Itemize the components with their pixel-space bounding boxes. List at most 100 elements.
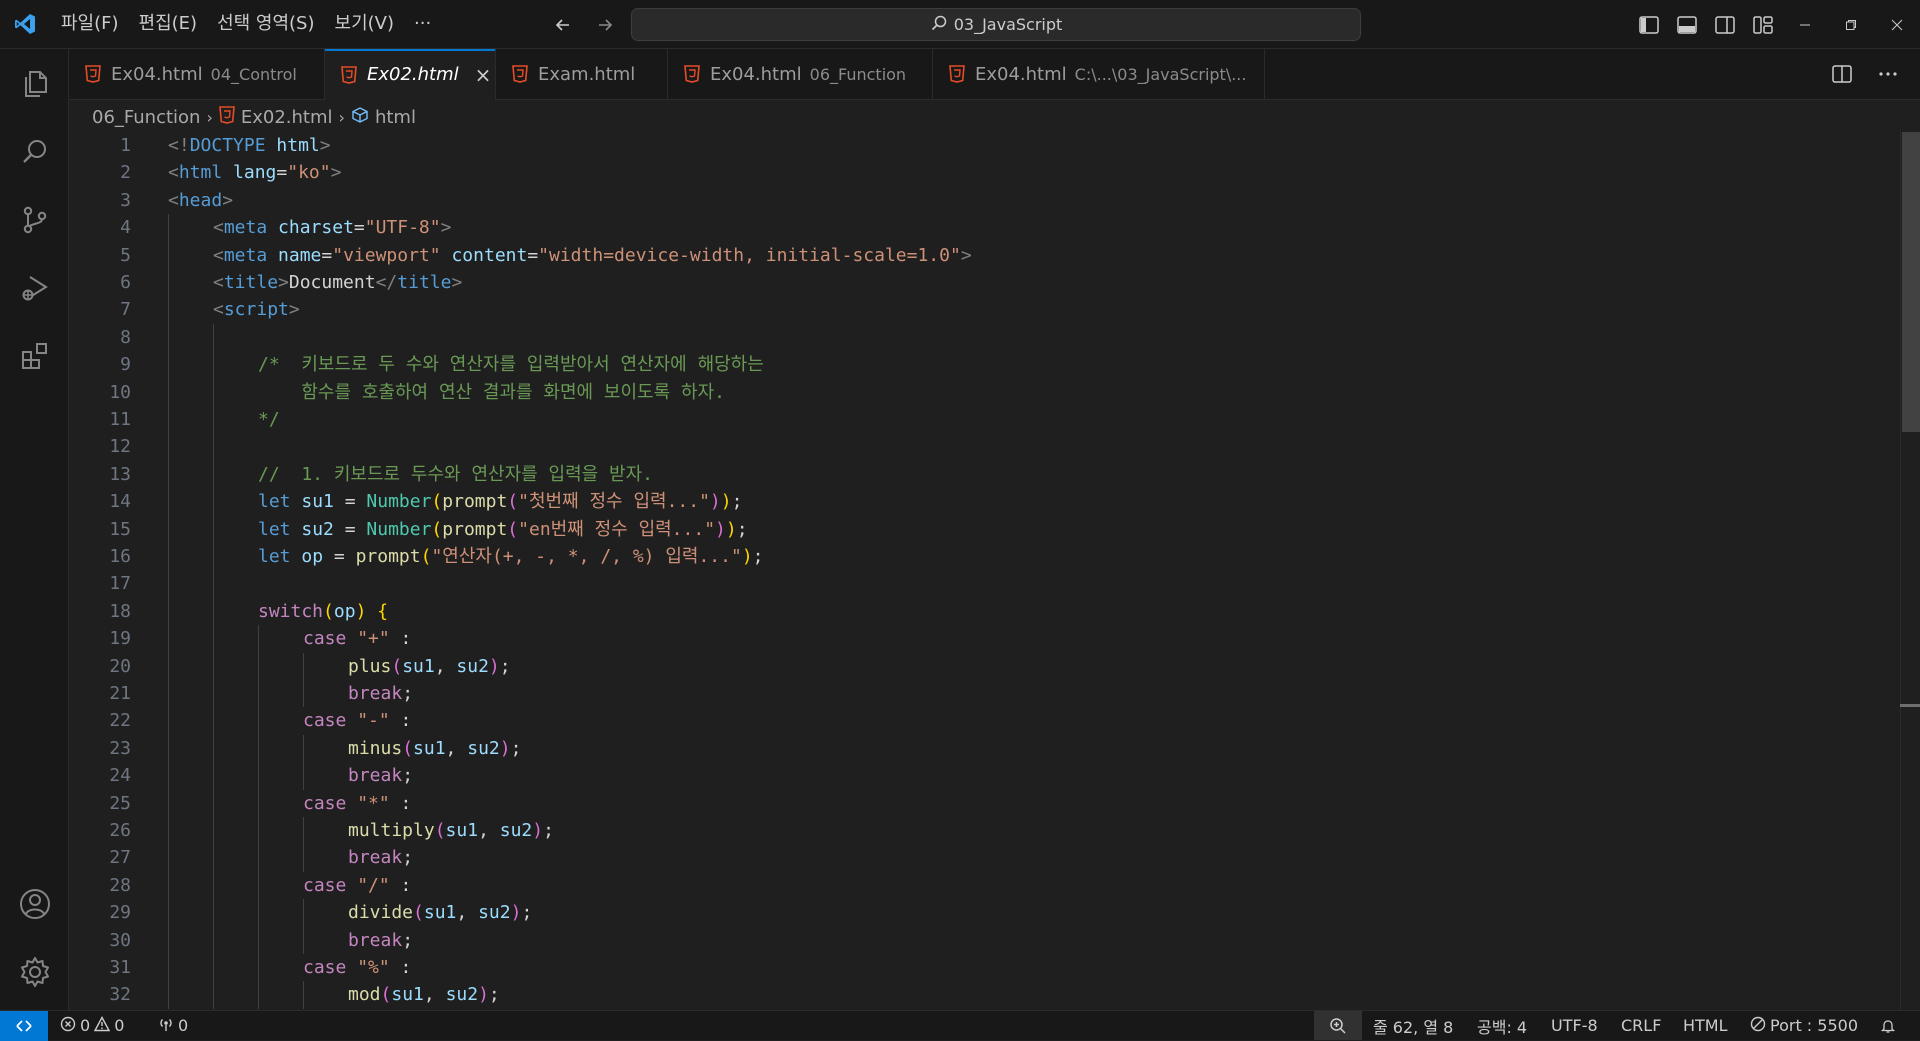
code-editor[interactable]: 1 <!DOCTYPE html> 2 <html lang="ko"> 3 <head>… xyxy=(69,130,1900,1010)
account-icon[interactable] xyxy=(0,873,69,935)
ports-indicator[interactable]: 0 xyxy=(158,1011,188,1040)
code-line[interactable]: 26 multiply(su1, su2); xyxy=(69,817,1900,845)
cursor-position[interactable]: 줄 62, 열 8 xyxy=(1373,1011,1453,1040)
error-count: 0 xyxy=(80,1016,91,1035)
code-line[interactable]: 17 xyxy=(69,570,1900,598)
code-line[interactable]: 27 break; xyxy=(69,844,1900,872)
search-icon[interactable] xyxy=(0,121,69,183)
code-line[interactable]: 3 <head> xyxy=(69,187,1900,214)
code-line[interactable]: 1 <!DOCTYPE html> xyxy=(69,132,1900,159)
language-mode[interactable]: HTML xyxy=(1683,1011,1728,1040)
indentation[interactable]: 공백: 4 xyxy=(1477,1011,1527,1040)
breadcrumb-symbol[interactable]: html xyxy=(375,107,416,128)
code-line[interactable]: 7 <script> xyxy=(69,296,1900,324)
notifications-bell-icon[interactable] xyxy=(1880,1011,1896,1040)
code-token: meta xyxy=(223,244,268,266)
live-server-port[interactable]: Port : 5500 xyxy=(1750,1011,1858,1040)
forward-arrow-icon[interactable] xyxy=(590,10,620,40)
run-debug-icon[interactable] xyxy=(0,257,69,319)
code-line[interactable]: 23 minus(su1, su2); xyxy=(69,734,1900,763)
code-token: ( xyxy=(434,820,446,841)
code-token: minus xyxy=(348,737,403,759)
command-center-search[interactable]: 03_JavaScript xyxy=(631,8,1361,41)
close-icon[interactable] xyxy=(1874,0,1920,49)
toggle-primary-sidebar-icon[interactable] xyxy=(1634,10,1664,40)
code-token: title xyxy=(223,272,279,293)
breadcrumb-file[interactable]: Ex02.html xyxy=(241,107,333,128)
toggle-secondary-sidebar-icon[interactable] xyxy=(1710,10,1740,40)
indent-guide xyxy=(168,323,169,352)
zoom-icon[interactable] xyxy=(1314,1011,1362,1040)
menu-view[interactable]: 보기(V) xyxy=(325,7,404,41)
more-actions-icon[interactable] xyxy=(1874,60,1902,88)
code-line[interactable]: 20 plus(su1, su2); xyxy=(69,652,1900,680)
restore-icon[interactable] xyxy=(1828,0,1874,49)
code-line[interactable]: 29 divide(su1, su2); xyxy=(69,899,1900,927)
back-arrow-icon[interactable] xyxy=(548,10,578,40)
explorer-icon[interactable] xyxy=(0,53,69,115)
code-line[interactable]: 19 case "+" : xyxy=(69,625,1900,653)
indent-guide xyxy=(168,734,169,763)
source-control-icon[interactable] xyxy=(0,189,69,251)
indent-guide xyxy=(213,406,214,434)
problems-indicator[interactable]: 0 0 xyxy=(60,1011,124,1040)
code-token: "*" xyxy=(357,792,390,814)
encoding[interactable]: UTF-8 xyxy=(1551,1011,1598,1040)
breadcrumb-folder[interactable]: 06_Function xyxy=(92,107,200,128)
code-line[interactable]: 32 mod(su1, su2); xyxy=(69,981,1900,1009)
code-line[interactable]: 30 break; xyxy=(69,926,1900,954)
menu-edit[interactable]: 편집(E) xyxy=(129,7,208,41)
code-line[interactable]: 9 /* 키보드로 두 수와 연산자를 입력받아서 연산자에 해당하는 xyxy=(69,351,1900,379)
code-line[interactable]: 24 break; xyxy=(69,762,1900,790)
tab-ex02-active[interactable]: Ex02.html × xyxy=(325,49,496,100)
menu-selection[interactable]: 선택 영역(S) xyxy=(207,7,324,41)
search-icon xyxy=(930,14,948,36)
menu-more[interactable]: ··· xyxy=(404,7,441,41)
tab-ex04-function[interactable]: Ex04.html 06_Function xyxy=(668,49,933,99)
code-line[interactable]: 11 */ xyxy=(69,406,1900,434)
tab-ex04-control[interactable]: Ex04.html 04_Control xyxy=(69,49,325,99)
code-line[interactable]: 12 xyxy=(69,433,1900,461)
code-line[interactable]: 28 case "/" : xyxy=(69,871,1900,900)
extensions-icon[interactable] xyxy=(0,325,69,387)
code-line[interactable]: 6 <title>Document</title> xyxy=(69,269,1900,297)
code-line[interactable]: 16 let op = prompt("연산자(+, -, *, /, %) 입력… xyxy=(69,543,1900,571)
code-token: = xyxy=(276,162,288,184)
code-token: ( xyxy=(507,518,519,540)
toggle-panel-icon[interactable] xyxy=(1672,10,1702,40)
code-token: divide xyxy=(348,902,414,924)
code-text: <title>Document</title> xyxy=(213,269,462,296)
code-token: su1 xyxy=(413,737,446,759)
settings-gear-icon[interactable] xyxy=(0,941,69,1003)
tab-ex04-javascript[interactable]: Ex04.html C:\...\03_JavaScript\... xyxy=(933,49,1265,99)
code-line[interactable]: 18 switch(op) { xyxy=(69,597,1900,626)
code-line[interactable]: 4 <meta charset="UTF-8"> xyxy=(69,214,1900,242)
scrollbar-thumb[interactable] xyxy=(1902,132,1920,432)
code-line[interactable]: 31 case "%" : xyxy=(69,954,1900,982)
code-line[interactable]: 2 <html lang="ko"> xyxy=(69,159,1900,186)
remote-indicator-icon[interactable] xyxy=(0,1011,48,1041)
customize-layout-icon[interactable] xyxy=(1748,10,1778,40)
code-line[interactable]: 22 case "-" : xyxy=(69,707,1900,735)
editor-tab-bar: Ex04.html 04_Control Ex02.html × Exam.ht… xyxy=(69,49,1920,100)
code-text: break; xyxy=(348,844,413,871)
code-line[interactable]: 21 break; xyxy=(69,680,1900,708)
tab-close-icon[interactable]: × xyxy=(475,63,492,87)
code-line[interactable]: 8 xyxy=(69,323,1900,352)
code-line[interactable]: 5 <meta name="viewport" content="width=de… xyxy=(69,241,1900,269)
html5-file-icon xyxy=(684,65,700,83)
minimize-icon[interactable] xyxy=(1782,0,1828,49)
code-line[interactable]: 13 // 1. 키보드로 두수와 연산자를 입력을 받자. xyxy=(69,460,1900,489)
line-ending[interactable]: CRLF xyxy=(1621,1011,1661,1040)
code-line[interactable]: 25 case "*" : xyxy=(69,789,1900,817)
code-token: case xyxy=(303,874,347,896)
code-line[interactable]: 15 let su2 = Number(prompt("en번째 정수 입력...… xyxy=(69,515,1900,543)
code-line[interactable]: 14 let su1 = Number(prompt("첫번째 정수 입력..."… xyxy=(69,488,1900,516)
split-editor-icon[interactable] xyxy=(1828,60,1856,88)
code-line[interactable]: 10 함수를 호출하여 연산 결과를 화면에 보이도록 하자. xyxy=(69,378,1900,406)
tab-exam[interactable]: Exam.html xyxy=(496,49,668,99)
code-token: "width=device-width, initial-scale=1.0" xyxy=(538,244,961,266)
indent-guide xyxy=(258,871,259,900)
menu-file[interactable]: 파일(F) xyxy=(51,7,129,41)
